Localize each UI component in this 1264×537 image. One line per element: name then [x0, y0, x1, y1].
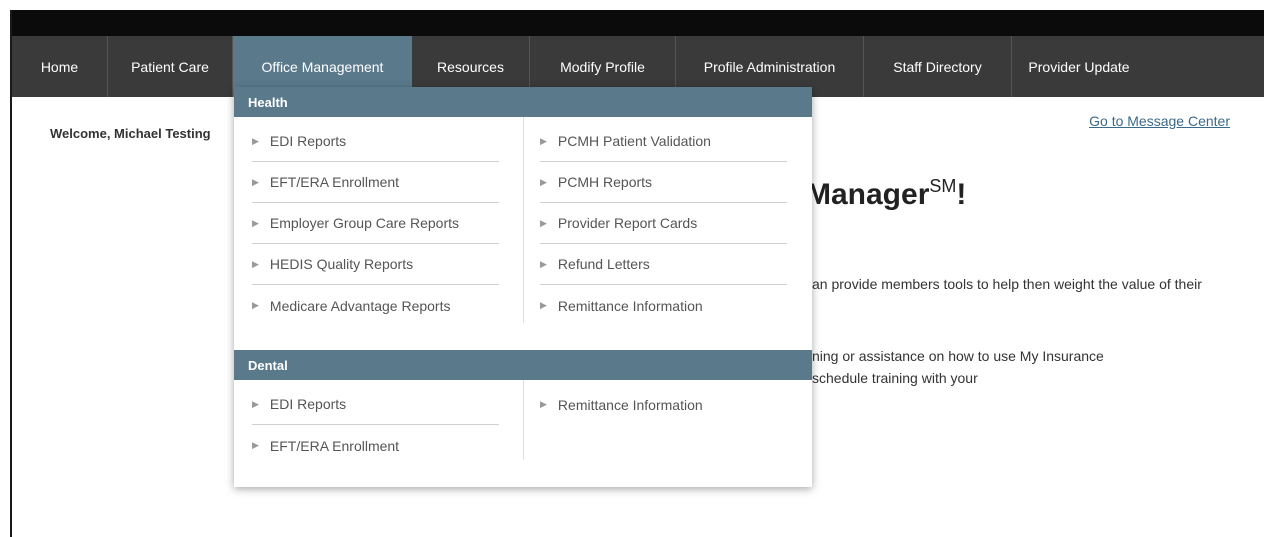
menu-item-eft-era-enrollment[interactable]: ▶ EFT/ERA Enrollment — [252, 162, 499, 203]
menu-item-label: EDI Reports — [269, 396, 347, 412]
triangle-right-icon: ▶ — [540, 217, 547, 228]
top-frame — [0, 0, 1264, 10]
dental-right-column: ▶ Remittance Information — [523, 380, 812, 460]
page-title: ManagerSM! — [806, 176, 967, 212]
menu-item-dental-eft-era-enrollment[interactable]: ▶ EFT/ERA Enrollment — [252, 425, 499, 466]
triangle-right-icon: ▶ — [252, 398, 259, 409]
nav-home[interactable]: Home — [12, 36, 108, 97]
triangle-right-icon: ▶ — [540, 135, 547, 146]
triangle-right-icon: ▶ — [540, 176, 547, 187]
menu-item-label: HEDIS Quality Reports — [269, 256, 414, 272]
nav-provider-update[interactable]: Provider Update — [1012, 36, 1146, 97]
intro-text-line-2: ning or assistance on how to use My Insu… — [812, 348, 1104, 364]
service-mark: SM — [929, 176, 957, 196]
menu-item-label: Employer Group Care Reports — [269, 215, 459, 231]
page-title-suffix: ! — [956, 178, 967, 211]
triangle-right-icon: ▶ — [252, 176, 259, 187]
triangle-right-icon: ▶ — [540, 258, 547, 269]
page-title-text: Manager — [806, 178, 930, 211]
menu-item-provider-report-cards[interactable]: ▶ Provider Report Cards — [540, 203, 787, 244]
triangle-right-icon: ▶ — [540, 399, 547, 409]
intro-text-line-1: an provide members tools to help then we… — [812, 276, 1202, 292]
menu-item-label: EDI Reports — [269, 133, 347, 149]
menu-item-label: PCMH Reports — [557, 174, 653, 190]
nav-patient-care[interactable]: Patient Care — [108, 36, 233, 97]
menu-item-label: Remittance Information — [557, 396, 703, 413]
menu-item-pcmh-reports[interactable]: ▶ PCMH Reports — [540, 162, 787, 203]
section-header-dental: Dental — [234, 350, 812, 380]
dental-left-column: ▶ EDI Reports ▶ EFT/ERA Enrollment — [234, 380, 523, 487]
message-center-link[interactable]: Go to Message Center — [1089, 113, 1230, 129]
intro-text-line-3: schedule training with your — [812, 370, 978, 386]
menu-item-employer-group-care-reports[interactable]: ▶ Employer Group Care Reports — [252, 203, 499, 244]
welcome-text: Welcome, Michael Testing — [50, 126, 211, 141]
menu-item-edi-reports[interactable]: ▶ EDI Reports — [252, 121, 499, 162]
health-right-column: ▶ PCMH Patient Validation ▶ PCMH Reports ▶… — [523, 117, 812, 323]
menu-item-hedis-quality-reports[interactable]: ▶ HEDIS Quality Reports — [252, 244, 499, 285]
menu-item-label: Refund Letters — [557, 256, 650, 272]
menu-item-label: EFT/ERA Enrollment — [269, 437, 400, 454]
triangle-right-icon: ▶ — [540, 300, 547, 310]
triangle-right-icon: ▶ — [252, 258, 259, 269]
menu-item-dental-edi-reports[interactable]: ▶ EDI Reports — [252, 384, 499, 425]
triangle-right-icon: ▶ — [252, 217, 259, 228]
menu-item-pcmh-patient-validation[interactable]: ▶ PCMH Patient Validation — [540, 121, 787, 162]
menu-item-dental-remittance-information[interactable]: ▶ Remittance Information — [540, 384, 787, 425]
office-management-dropdown: Health ▶ EDI Reports ▶ EFT/ERA Enrollment … — [234, 87, 812, 487]
triangle-right-icon: ▶ — [252, 300, 259, 310]
nav-staff-directory[interactable]: Staff Directory — [864, 36, 1012, 97]
section-header-health: Health — [234, 87, 812, 117]
triangle-right-icon: ▶ — [252, 135, 259, 146]
dental-section: ▶ EDI Reports ▶ EFT/ERA Enrollment ▶ Remitt… — [234, 380, 812, 487]
menu-item-remittance-information[interactable]: ▶ Remittance Information — [540, 285, 787, 326]
menu-item-label: EFT/ERA Enrollment — [269, 174, 400, 190]
menu-item-medicare-advantage-reports[interactable]: ▶ Medicare Advantage Reports — [252, 285, 499, 326]
menu-item-label: Medicare Advantage Reports — [269, 297, 451, 314]
health-left-column: ▶ EDI Reports ▶ EFT/ERA Enrollment ▶ Employ… — [234, 117, 523, 350]
triangle-right-icon: ▶ — [252, 440, 259, 450]
health-section: ▶ EDI Reports ▶ EFT/ERA Enrollment ▶ Employ… — [234, 117, 812, 350]
menu-item-label: Remittance Information — [557, 297, 703, 314]
top-black-bar — [10, 10, 1264, 36]
menu-item-refund-letters[interactable]: ▶ Refund Letters — [540, 244, 787, 285]
menu-item-label: Provider Report Cards — [557, 215, 698, 231]
menu-item-label: PCMH Patient Validation — [557, 133, 711, 149]
